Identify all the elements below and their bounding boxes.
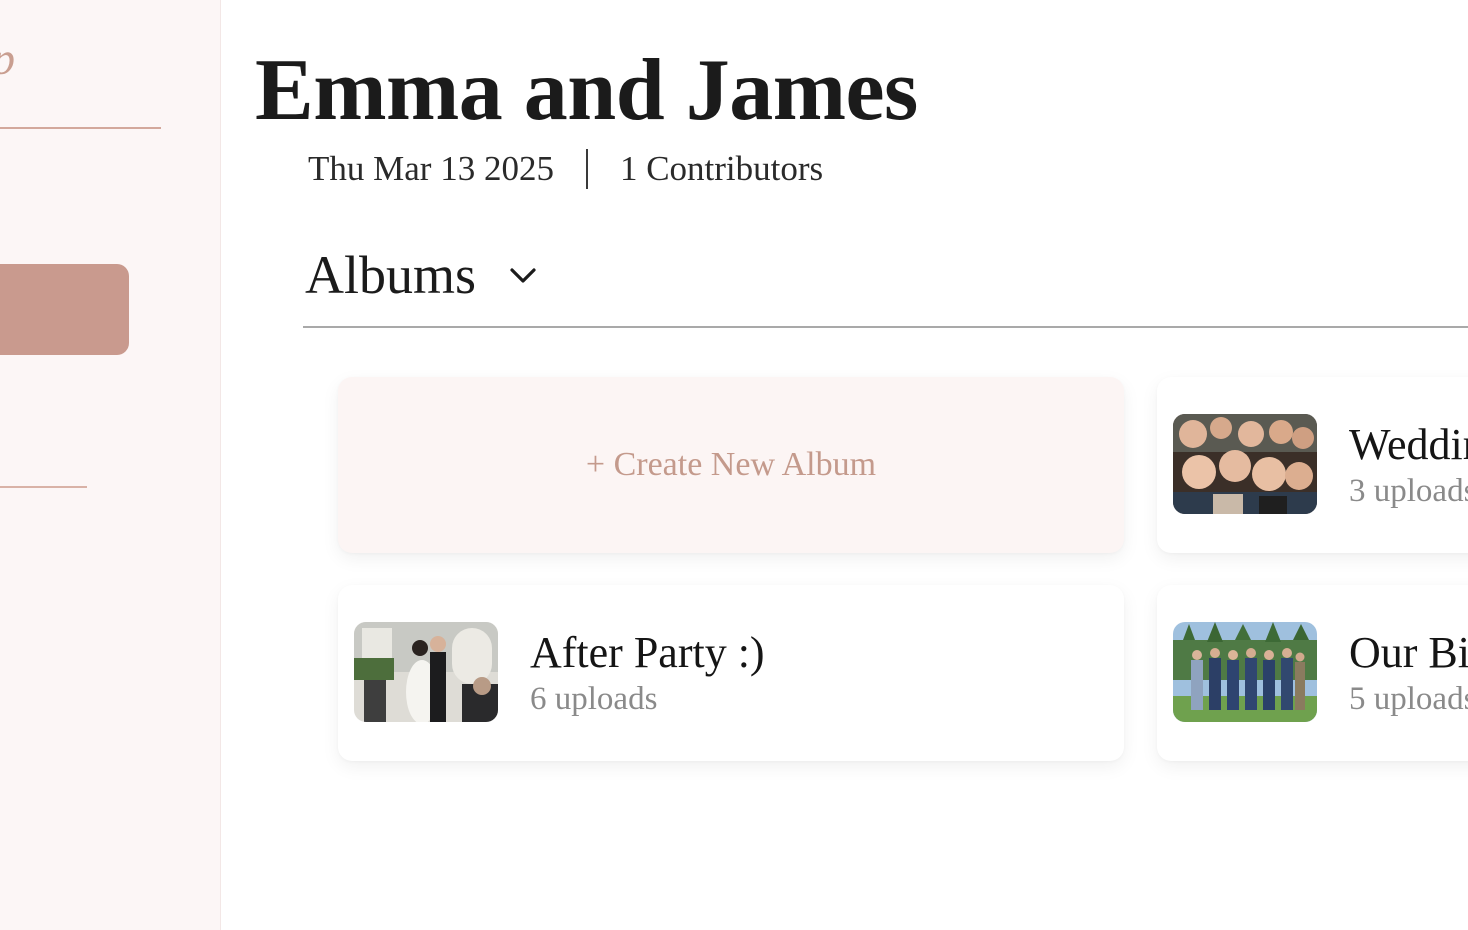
event-meta: Thu Mar 13 2025 1 Contributors (308, 146, 823, 192)
albums-label: Albums (305, 245, 477, 305)
create-album-label: + Create New Album (585, 446, 877, 483)
brand-logo-fragment[interactable]: p (0, 36, 15, 82)
meta-divider (585, 149, 588, 189)
albums-divider (303, 326, 1468, 328)
first-dance-photo (354, 622, 498, 722)
album-card[interactable]: After Party :) 6 uploads (338, 585, 1124, 761)
album-thumbnail (1173, 622, 1317, 722)
sidebar: p (0, 0, 221, 930)
sidebar-primary-button[interactable] (0, 264, 129, 355)
album-title: Weddin (1349, 420, 1468, 469)
sidebar-divider (0, 486, 87, 488)
create-album-button[interactable]: + Create New Album (338, 377, 1124, 553)
album-card[interactable]: Weddin 3 uploads (1157, 377, 1468, 553)
album-title: After Party :) (530, 628, 765, 677)
event-date: Thu Mar 13 2025 (308, 149, 554, 188)
album-upload-count: 3 uploads (1349, 473, 1468, 509)
contributors-count: 1 Contributors (619, 149, 824, 188)
album-card[interactable]: Our Bi 5 uploads (1157, 585, 1468, 761)
albums-dropdown[interactable]: Albums (305, 242, 538, 308)
groomsmen-photo (1173, 622, 1317, 722)
album-title: Our Bi (1349, 628, 1468, 677)
group-selfie-photo (1173, 414, 1317, 514)
page-title: Emma and James (255, 42, 918, 139)
album-upload-count: 5 uploads (1349, 681, 1468, 717)
brand-divider (0, 127, 161, 129)
album-thumbnail (354, 622, 498, 722)
album-thumbnail (1173, 414, 1317, 514)
album-upload-count: 6 uploads (530, 681, 658, 717)
chevron-down-icon (510, 268, 536, 283)
